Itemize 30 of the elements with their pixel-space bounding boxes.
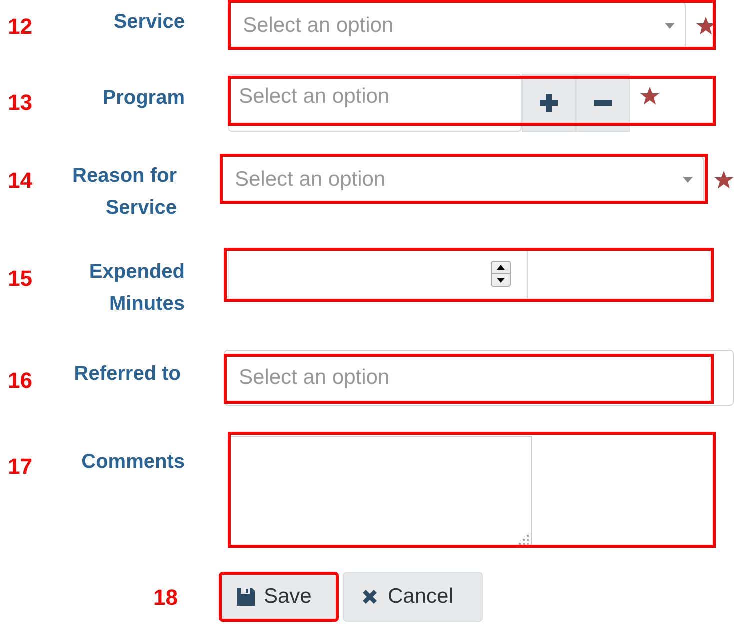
annotation-number: 14 <box>7 167 34 195</box>
comments-field[interactable] <box>228 436 532 548</box>
placeholder-text: Select an option <box>239 365 390 392</box>
cancel-button[interactable]: Cancel <box>343 572 483 622</box>
spinner-icon[interactable] <box>491 261 511 287</box>
field-label: Service <box>112 10 185 35</box>
field-label: Expended Minutes <box>88 260 185 317</box>
save-button[interactable]: Save <box>219 572 339 622</box>
caret-icon <box>683 177 693 183</box>
annotation-number: 13 <box>7 89 34 117</box>
field-label: Reason for Service <box>72 164 177 221</box>
placeholder-text: Select an option <box>235 167 386 194</box>
number-field[interactable] <box>228 248 528 300</box>
field-label: Referred to <box>73 362 181 387</box>
caret-icon <box>665 23 675 29</box>
plus-icon <box>539 93 559 113</box>
field-label: Comments <box>80 450 185 475</box>
minus-icon <box>593 100 613 106</box>
annotation-number: 18 <box>152 584 179 612</box>
resize-grip-icon <box>519 535 529 545</box>
annotation-number: 12 <box>7 13 34 41</box>
remove-button[interactable] <box>576 74 630 132</box>
annotation-number: 16 <box>7 367 34 395</box>
select-field[interactable]: Select an option <box>228 2 686 50</box>
placeholder-text: Select an option <box>243 13 394 40</box>
field-label: Program <box>102 86 185 111</box>
annotation-number: 15 <box>7 265 34 293</box>
select-field[interactable]: Select an option <box>220 156 704 204</box>
add-button[interactable] <box>522 74 576 132</box>
annotation-number: 17 <box>7 453 34 481</box>
